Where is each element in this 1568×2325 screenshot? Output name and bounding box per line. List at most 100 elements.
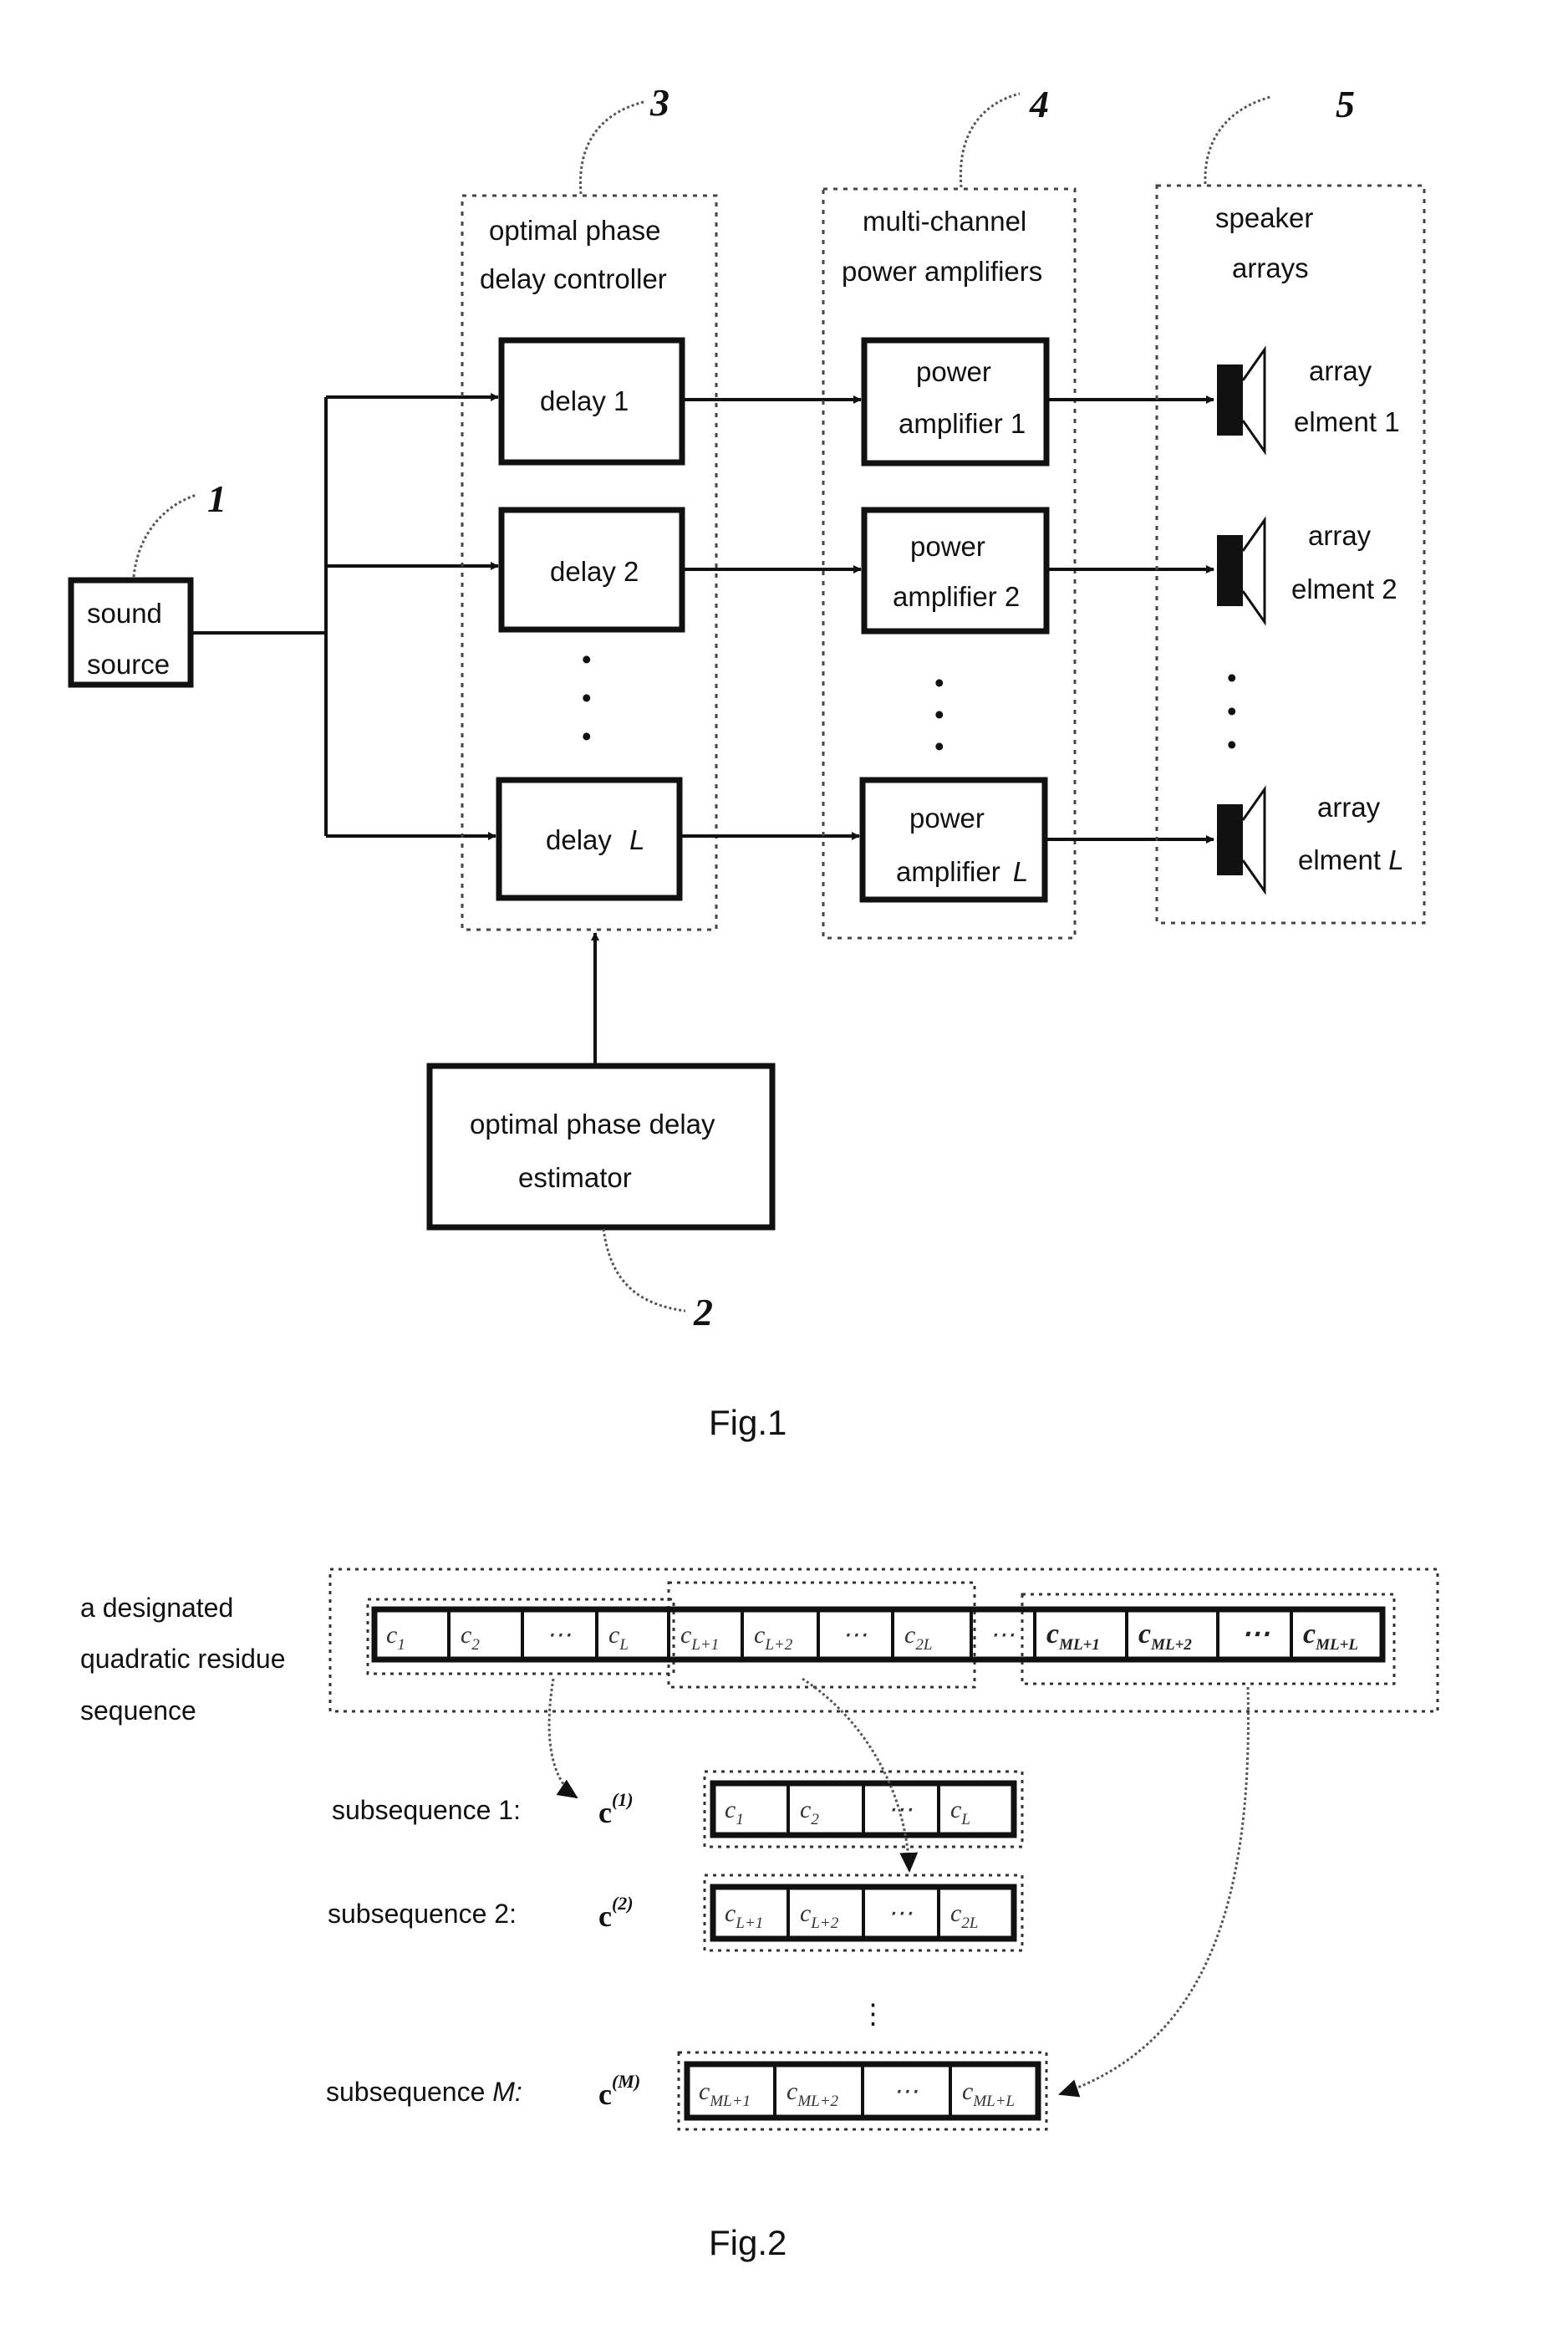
cell-symbol: ⋯	[547, 1621, 572, 1649]
ref-numeral-2: 2	[693, 1291, 713, 1333]
cell-symbol: ⋯	[990, 1621, 1015, 1649]
cell-symbol: c1	[725, 1796, 744, 1828]
amp-ellipsis: • • •	[934, 667, 944, 762]
ref-numeral-3: 3	[649, 81, 669, 124]
cell-box	[595, 1608, 670, 1661]
power-amplifier-block-L: power amplifier L	[859, 777, 1048, 903]
subsequence-cell: cL+1	[711, 1885, 790, 1940]
cell-symbol: c2L	[950, 1899, 978, 1932]
sequence-cell: c2	[447, 1608, 524, 1661]
sequence-label: a designated quadratic residue sequence	[80, 1593, 285, 1726]
amp-L-label-line1: power	[909, 803, 985, 834]
signal-distribution-wires	[191, 393, 499, 840]
subsequence-cell: cML+1	[685, 2062, 776, 2119]
element-1-label-line1: array	[1309, 355, 1372, 386]
sequence-cell: ⋯	[970, 1608, 1036, 1661]
array-element-1: array elment 1	[1217, 345, 1400, 456]
sequence-cell: cL+2	[741, 1608, 820, 1661]
subsequence-cell: cML+L	[949, 2062, 1040, 2119]
element-1-label-line2: elment 1	[1294, 406, 1400, 437]
subsequence-row: subsequence 1: c(1) c1 c2 ⋯ cL	[332, 1770, 1024, 1848]
subsequence-row: subsequence 2: c(2) cL+1 cL+2 ⋯ c2L	[328, 1874, 1024, 1952]
cell-symbol: ⋯	[893, 2078, 919, 2105]
cell-symbol: cL	[950, 1796, 970, 1828]
figure-1-caption: Fig.1	[709, 1403, 787, 1442]
element-L-label-line2: elment L	[1298, 844, 1404, 875]
ellipsis-dot: •	[934, 667, 944, 698]
delay-to-amp-wires	[680, 395, 862, 840]
estimator-label-line2: estimator	[518, 1162, 632, 1193]
ref-leader-4	[959, 92, 1021, 188]
ref-leader-2	[602, 1228, 686, 1313]
power-amplifier-block-1: power amplifier 1	[861, 337, 1050, 467]
controller-title-line1: optimal phase	[489, 215, 660, 246]
sound-source-block: sound source 1	[68, 477, 227, 688]
element-L-label-line1: array	[1317, 792, 1381, 823]
amp-2-label-line2: amplifier 2	[893, 581, 1020, 612]
sequence-cell: cL	[595, 1608, 670, 1661]
arrow-group1-to-sub1	[547, 1678, 578, 1799]
subsequence-cell: cL+2	[787, 1885, 865, 1940]
amp-2-label-line1: power	[910, 531, 985, 562]
figure-2: a designated quadratic residue sequence …	[80, 1568, 1439, 2262]
element-2-label-line2: elment 2	[1291, 574, 1397, 604]
optimal-phase-delay-controller: 3 optimal phase delay controller delay 1…	[461, 81, 718, 931]
amp-to-speaker-wires	[1045, 395, 1214, 844]
subsequence-cell: c2	[787, 1782, 865, 1837]
amp-1-label-line1: power	[916, 356, 991, 387]
subsequence-rows: subsequence 1: c(1) c1 c2 ⋯ cL subsequence 2: c…	[326, 1770, 1048, 2131]
subsequence-row: subsequence M: c(M) cML+1 cML+2 ⋯ cML+L	[326, 2051, 1048, 2131]
subsequence-label: subsequence M:	[326, 2077, 522, 2107]
ref-leader-1	[132, 493, 197, 578]
cell-symbol: cML+1	[699, 2078, 751, 2110]
optimal-phase-delay-estimator: optimal phase delay estimator 2	[426, 932, 776, 1333]
cell-symbol: c2	[800, 1796, 819, 1828]
sequence-label-line1: a designated	[80, 1593, 233, 1623]
amp-L-label-line2: amplifier L	[896, 856, 1028, 887]
subsequence-vector-symbol: c(1)	[598, 1789, 634, 1829]
amp-1-label-line2: amplifier 1	[899, 408, 1026, 439]
subsequence-label: subsequence 2:	[328, 1899, 517, 1929]
delay-block-2: delay 2	[498, 507, 685, 633]
cell-symbol: ⋯	[1241, 1619, 1270, 1649]
sequence-outer-boundary	[328, 1568, 1439, 1713]
speakers-dashed-boundary	[1155, 184, 1426, 925]
subsequence-vector-symbol: c(2)	[598, 1893, 634, 1933]
cell-symbol: cL+1	[725, 1899, 763, 1932]
estimator-box	[426, 1063, 776, 1231]
delay-L-label: delay L	[546, 824, 644, 855]
delay-1-label: delay 1	[540, 385, 629, 416]
speaker-arrays: 5 speaker arrays array elment 1 array el…	[1155, 83, 1426, 925]
subsequence-cell: c1	[711, 1782, 790, 1837]
speakers-title-line2: arrays	[1232, 252, 1309, 283]
estimator-label-line1: optimal phase delay	[470, 1109, 715, 1140]
sequence-label-line2: quadratic residue	[80, 1644, 285, 1674]
ellipsis-dot: •	[582, 721, 592, 752]
cell-symbol: ⋯	[888, 1899, 913, 1927]
sequence-cell: cML+L	[1290, 1608, 1384, 1661]
cell-symbol: cML+L	[1303, 1619, 1358, 1654]
multi-channel-power-amplifiers: 4 multi-channel power amplifiers power a…	[822, 83, 1077, 940]
ellipsis-dot: •	[582, 644, 592, 675]
ref-leader-3	[578, 100, 644, 195]
delay-2-label: delay 2	[550, 556, 639, 587]
sequence-label-line3: sequence	[80, 1695, 196, 1726]
cell-symbol: cL	[608, 1621, 629, 1654]
cell-symbol: cML+1	[1046, 1619, 1100, 1654]
cell-symbol: c2L	[904, 1621, 932, 1654]
sequence-cell: c1	[373, 1608, 451, 1661]
speaker-ellipsis: • • •	[1227, 662, 1237, 760]
amplifiers-title-line2: power amplifiers	[842, 256, 1042, 287]
sequence-cell: ⋯	[521, 1608, 598, 1661]
delay-ellipsis: • • •	[582, 644, 592, 752]
array-element-2: array elment 2	[1217, 516, 1397, 626]
cell-symbol: cML+2	[1138, 1619, 1192, 1654]
sequence-cell: ⋯	[1216, 1608, 1293, 1661]
ref-numeral-1: 1	[207, 477, 227, 520]
cell-symbol: cML+L	[962, 2078, 1015, 2110]
cell-symbol: cL+2	[800, 1899, 839, 1932]
controller-title-line2: delay controller	[480, 263, 667, 294]
delay-block-L: delay L	[496, 777, 683, 901]
vertical-ellipsis: ⋮	[859, 1998, 887, 2029]
subsequence-cell: ⋯	[861, 2062, 952, 2119]
